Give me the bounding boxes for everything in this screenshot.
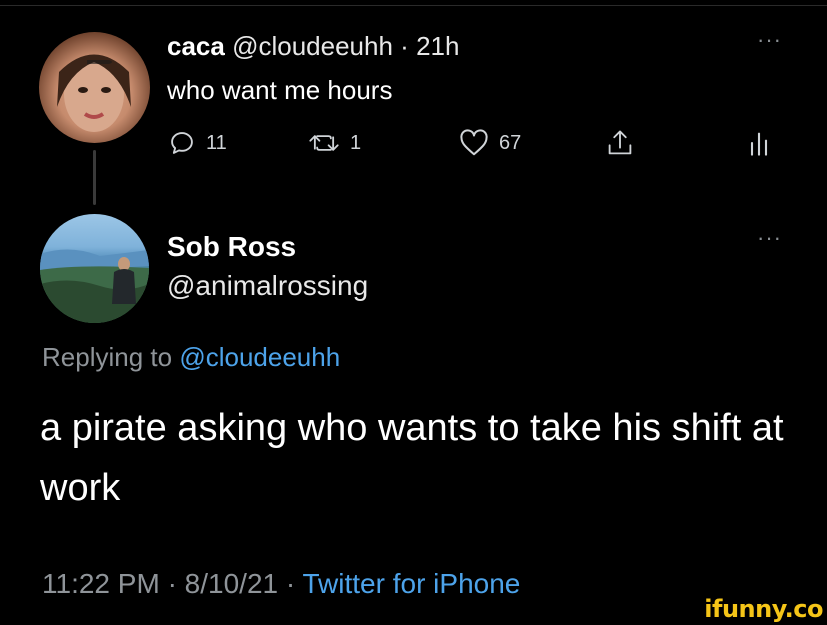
avatar-caca[interactable]	[39, 32, 150, 143]
avatar-sob-ross-image	[40, 249, 149, 323]
reply-author-name[interactable]: Sob Ross	[167, 231, 296, 263]
tweet-date: 8/10/21	[184, 568, 279, 599]
avatar-sob-ross[interactable]	[40, 214, 149, 323]
original-tweet-header: caca @cloudeeuhh · 21h	[167, 30, 459, 62]
tweet-timestamp: 11:22 PM	[42, 568, 160, 599]
retweet-icon	[309, 135, 339, 151]
original-tweet-text: who want me hours	[167, 75, 393, 105]
analytics-button[interactable]	[748, 124, 770, 162]
tweet-source-link[interactable]: Twitter for iPhone	[302, 568, 520, 599]
replying-to: Replying to @cloudeeuhh	[42, 342, 340, 373]
top-divider	[0, 5, 827, 6]
reply-count: 11	[206, 131, 227, 154]
reply-author-handle[interactable]: @animalrossing	[167, 270, 368, 302]
replying-to-label: Replying to	[42, 342, 173, 372]
tweet-actions: 11 1 67	[168, 124, 788, 162]
thread-line	[93, 150, 96, 205]
like-icon	[460, 129, 488, 156]
retweet-button[interactable]: 1	[308, 124, 361, 162]
reply-tweet-text: a pirate asking who wants to take his sh…	[40, 407, 784, 509]
separator-dot: ·	[400, 31, 409, 61]
author-handle[interactable]: @cloudeeuhh	[232, 31, 393, 61]
retweet-count: 1	[350, 131, 362, 154]
avatar-caca-image	[57, 54, 131, 132]
like-button[interactable]: 67	[459, 124, 521, 162]
ifunny-watermark: ifunny.co	[704, 595, 823, 623]
reply-icon	[171, 132, 193, 154]
author-name[interactable]: caca	[167, 31, 225, 61]
meta-separator: ·	[285, 568, 296, 599]
reply-button[interactable]: 11	[168, 124, 227, 162]
more-icon[interactable]: ···	[757, 27, 782, 53]
share-button[interactable]	[606, 124, 634, 162]
tweet-time[interactable]: 21h	[416, 31, 459, 61]
tweet-meta: 11:22 PM · 8/10/21 · Twitter for iPhone	[42, 568, 520, 600]
analytics-icon	[750, 132, 768, 156]
more-icon[interactable]: ···	[757, 225, 782, 251]
replying-to-mention[interactable]: @cloudeeuhh	[179, 342, 340, 372]
meta-separator: ·	[167, 568, 177, 599]
like-count: 67	[499, 131, 522, 154]
share-icon	[608, 130, 632, 155]
